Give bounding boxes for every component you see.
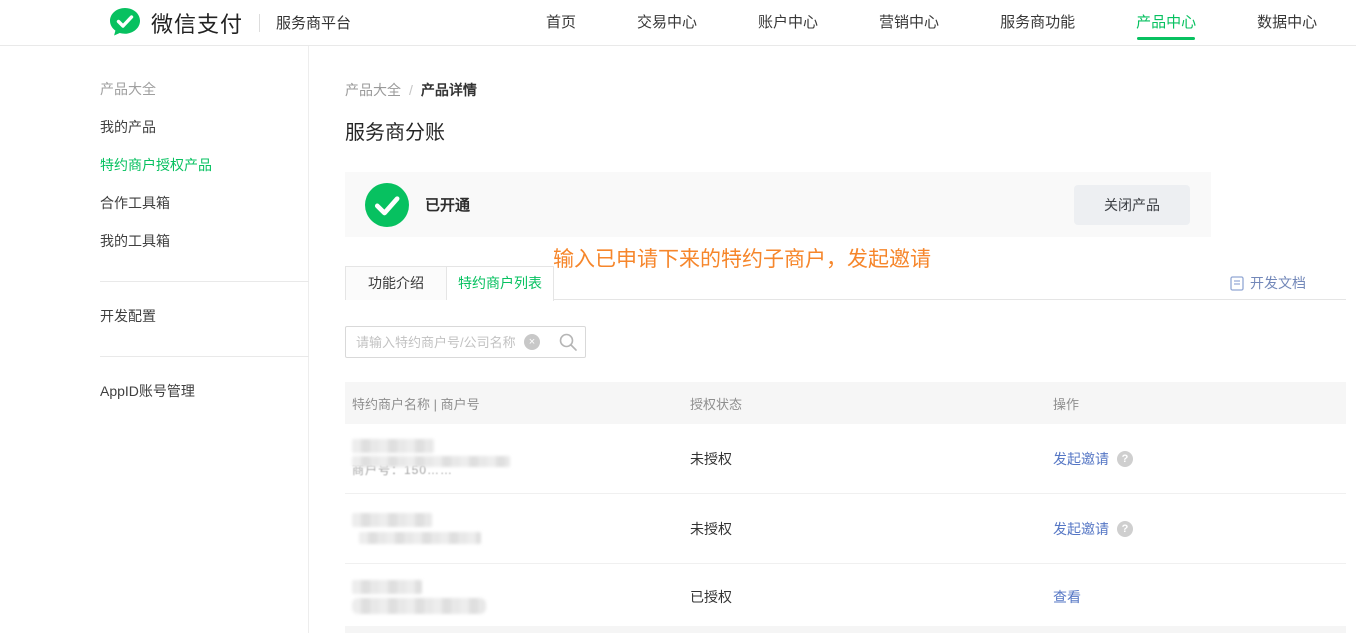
document-icon [1230,276,1244,291]
breadcrumb: 产品大全 / 产品详情 [345,80,1346,100]
help-icon[interactable]: ? [1117,451,1133,467]
nav-item-account-center[interactable]: 账户中心 [758,0,818,45]
nav-item-home[interactable]: 首页 [546,0,576,45]
table-row: 已授权 查看 [345,564,1346,630]
auth-status: 已授权 [690,587,1053,607]
status-card: 已开通 关闭产品 [345,172,1211,237]
redacted-merchant-name [352,513,432,527]
dev-doc-link[interactable]: 开发文档 [1230,273,1306,293]
redacted-merchant-name [352,580,422,594]
merchant-name-cell [345,580,690,614]
top-header: 微信支付 服务商平台 首页 交易中心 账户中心 营销中心 服务商功能 产品中心 … [0,0,1356,46]
tab-feature-intro[interactable]: 功能介绍 [345,266,447,300]
col-merchant-name: 特约商户名称 | 商户号 [345,394,690,413]
next-row-partial [345,626,1346,633]
table-header: 特约商户名称 | 商户号 授权状态 操作 [345,382,1346,424]
invite-link[interactable]: 发起邀请 [1053,519,1109,539]
breadcrumb-separator: / [409,82,413,98]
brand-title: 微信支付 [151,7,243,39]
merchant-name-cell [345,513,690,544]
sidebar-divider [100,281,309,282]
nav-item-data-center[interactable]: 数据中心 [1257,0,1317,45]
clear-icon[interactable]: × [524,334,540,350]
search-icon[interactable] [558,332,578,357]
nav-item-product-center[interactable]: 产品中心 [1136,0,1196,45]
view-link[interactable]: 查看 [1053,587,1081,607]
nav-item-sp-features[interactable]: 服务商功能 [1000,0,1075,45]
help-icon[interactable]: ? [1117,521,1133,537]
table-row: 未授权 发起邀请 ? [345,494,1346,564]
sidebar-divider [100,356,309,357]
sidebar-item-authorized-products[interactable]: 特约商户授权产品 [100,146,308,184]
redacted-merchant-info [352,456,510,467]
main-nav: 首页 交易中心 账户中心 营销中心 服务商功能 产品中心 数据中心 [546,0,1317,45]
page-title: 服务商分账 [345,120,1346,146]
search-input[interactable] [345,326,586,358]
header-divider [259,14,260,32]
nav-item-marketing-center[interactable]: 营销中心 [879,0,939,45]
wechat-pay-logo-icon [108,7,142,39]
sidebar-item-product-catalog[interactable]: 产品大全 [100,70,308,108]
brand-area[interactable]: 微信支付 服务商平台 [108,0,351,45]
merchant-search: × [345,326,586,358]
tab-merchant-list[interactable]: 特约商户列表 [447,266,554,301]
close-product-button[interactable]: 关闭产品 [1074,185,1190,225]
auth-status: 未授权 [690,449,1053,469]
redacted-merchant-info [352,598,486,614]
redacted-merchant-name [352,439,434,453]
status-badge: 已开通 [425,194,470,215]
tutorial-annotation: 输入已申请下来的特约子商户，发起邀请 [553,243,931,273]
breadcrumb-current: 产品详情 [421,82,477,98]
col-auth-status: 授权状态 [690,394,1053,413]
merchant-table: 特约商户名称 | 商户号 授权状态 操作 商户号：150…… 未授权 发起邀请 … [345,382,1346,630]
sidebar: 产品大全 我的产品 特约商户授权产品 合作工具箱 我的工具箱 开发配置 AppI… [0,46,309,633]
dev-doc-label: 开发文档 [1250,273,1306,293]
sidebar-item-cooperation-toolbox[interactable]: 合作工具箱 [100,184,308,222]
sidebar-item-appid-management[interactable]: AppID账号管理 [100,372,308,410]
check-circle-icon [365,183,409,227]
sidebar-item-dev-config[interactable]: 开发配置 [100,297,308,335]
breadcrumb-parent[interactable]: 产品大全 [345,82,401,98]
main-content: 产品大全 / 产品详情 服务商分账 已开通 关闭产品 功能介绍 特约商户列表 [345,46,1346,630]
merchant-name-cell: 商户号：150…… [345,439,690,478]
redacted-merchant-info [359,532,481,544]
sidebar-item-my-products[interactable]: 我的产品 [100,108,308,146]
col-actions: 操作 [1053,394,1346,413]
sidebar-item-my-toolbox[interactable]: 我的工具箱 [100,222,308,260]
portal-title: 服务商平台 [276,12,351,33]
nav-item-transaction-center[interactable]: 交易中心 [637,0,697,45]
invite-link[interactable]: 发起邀请 [1053,449,1109,469]
app-window: 微信支付 服务商平台 首页 交易中心 账户中心 营销中心 服务商功能 产品中心 … [0,0,1356,633]
auth-status: 未授权 [690,519,1053,539]
table-row: 商户号：150…… 未授权 发起邀请 ? [345,424,1346,494]
